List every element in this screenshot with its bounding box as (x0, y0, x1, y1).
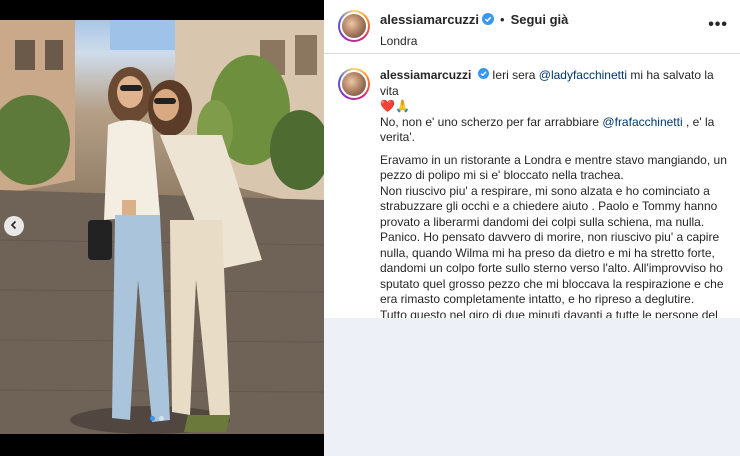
author-avatar[interactable] (338, 10, 370, 42)
mention-link[interactable]: @frafacchinetti (602, 115, 682, 129)
verified-badge-icon (482, 13, 495, 25)
chevron-left-icon (9, 217, 19, 235)
mention-link[interactable]: @ladyfacchinetti (539, 68, 627, 82)
more-options-icon[interactable]: ••• (708, 16, 728, 34)
post-location[interactable]: Londra (380, 34, 568, 48)
caption-line: Non riuscivo piu' a respirare, mi sono a… (380, 183, 718, 229)
carousel-dot (159, 416, 164, 421)
caption-lead-text: Ieri sera (492, 68, 539, 82)
caption-emojis: ❤️🙏 (380, 99, 410, 113)
header-separator: • (500, 11, 505, 27)
post-side-panel: alessiamarcuzzi • Segui già Londra ••• a… (324, 0, 740, 456)
post-photo (0, 20, 324, 434)
carousel-indicator (150, 416, 164, 421)
photo-illustration (0, 20, 324, 434)
post-header: alessiamarcuzzi • Segui già Londra ••• (324, 0, 740, 54)
caption-line: Panico. Ho pensato davvero di morire, no… (380, 230, 724, 306)
verified-badge-icon (477, 68, 489, 79)
caption-line2-pre: No, non e' uno scherzo per far arrabbiar… (380, 114, 603, 129)
post-caption: alessiamarcuzzi Ieri sera @ladyfacchinet… (338, 68, 734, 318)
caption-author-avatar[interactable] (338, 68, 370, 100)
caption-username[interactable]: alessiamarcuzzi (380, 68, 471, 82)
caption-paragraph: Eravamo in un ristorante a Londra e ment… (380, 152, 727, 183)
caption-line: Tutto questo nel giro di due minuti dava… (380, 307, 718, 319)
author-username[interactable]: alessiamarcuzzi (380, 12, 479, 27)
post-media (0, 0, 324, 456)
comments-area (324, 318, 740, 456)
carousel-prev-button[interactable] (4, 216, 24, 236)
carousel-dot-active (150, 416, 155, 421)
following-button[interactable]: Segui già (511, 12, 569, 27)
